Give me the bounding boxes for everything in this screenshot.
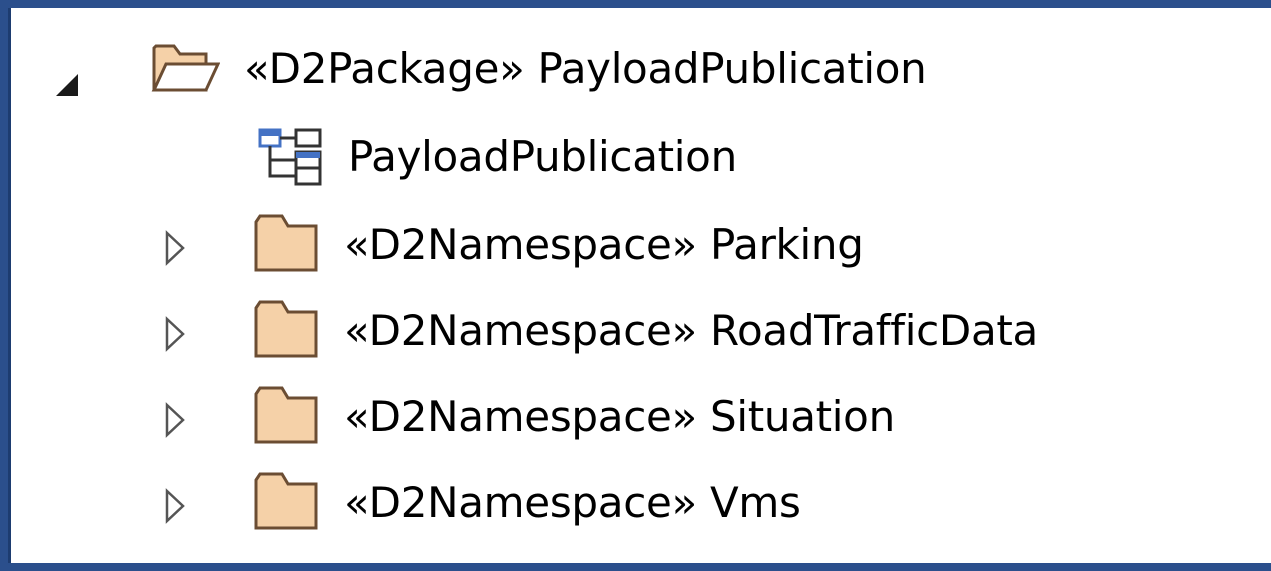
expanded-arrow-icon[interactable] (54, 72, 82, 104)
tree-node-vms-namespace[interactable]: «D2Namespace» Vms (8, 458, 1271, 544)
folder-icon (252, 382, 320, 450)
tree-node-payload-publication-diagram[interactable]: PayloadPublication (8, 114, 1271, 200)
tree-node-label: «D2Namespace» RoadTrafficData (344, 306, 1038, 355)
folder-icon (252, 296, 320, 364)
tree-node-label: «D2Namespace» Vms (344, 478, 801, 527)
tree-node-parking-namespace[interactable]: «D2Namespace» Parking (8, 200, 1271, 286)
folder-icon (252, 468, 320, 536)
tree-node-payload-publication-package[interactable]: «D2Package» PayloadPublication (8, 28, 1271, 114)
tree-node-label: PayloadPublication (348, 132, 737, 181)
project-browser-panel: «D2Package» PayloadPublication PayloadPu… (0, 0, 1271, 571)
tree-node-label: «D2Namespace» Situation (344, 392, 895, 441)
tree-node-situation-namespace[interactable]: «D2Namespace» Situation (8, 372, 1271, 458)
tree-node-label: «D2Namespace» Parking (344, 220, 864, 269)
collapsed-arrow-icon[interactable] (164, 402, 186, 442)
package-tree: «D2Package» PayloadPublication PayloadPu… (8, 8, 1271, 563)
class-diagram-icon (256, 126, 326, 190)
open-folder-icon (150, 38, 221, 98)
collapsed-arrow-icon[interactable] (164, 488, 186, 528)
collapsed-arrow-icon[interactable] (164, 316, 186, 356)
tree-node-road-traffic-data-namespace[interactable]: «D2Namespace» RoadTrafficData (8, 286, 1271, 372)
folder-icon (252, 210, 320, 278)
tree-node-label: «D2Package» PayloadPublication (244, 44, 927, 93)
collapsed-arrow-icon[interactable] (164, 230, 186, 270)
